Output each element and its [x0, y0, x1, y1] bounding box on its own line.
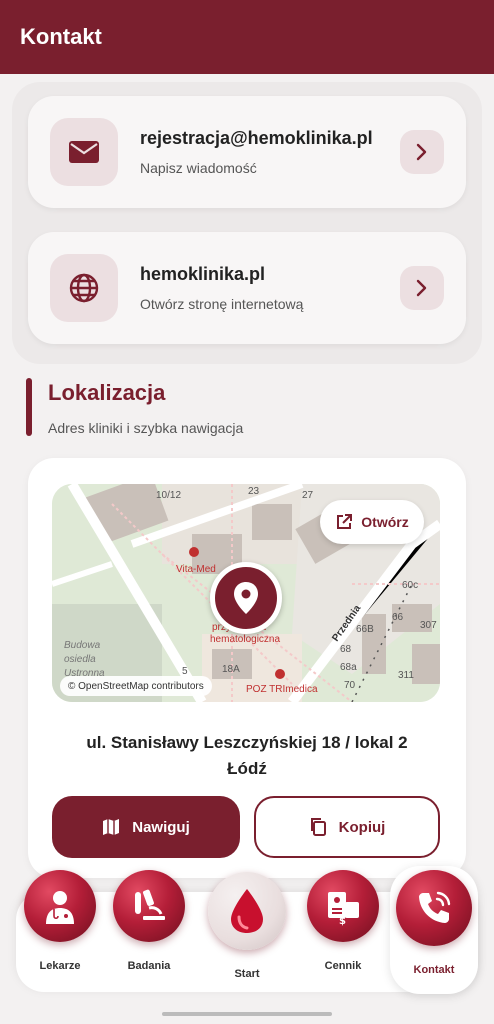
blood-drop-icon	[208, 872, 286, 950]
nav-label: Badania	[127, 960, 171, 972]
website-subtitle: Otwórz stronę internetową	[140, 296, 304, 312]
section-title: Lokalizacja	[48, 380, 166, 405]
doctor-icon	[24, 870, 96, 942]
location-card: 10/12 23 27 Vita-Med przychodnia hematol…	[28, 458, 466, 878]
nav-item-lekarze[interactable]: Lekarze	[15, 870, 105, 980]
phone-icon	[396, 870, 472, 946]
nav-label: Kontakt	[413, 964, 455, 976]
address-city: Łódź	[227, 759, 267, 778]
mail-icon	[50, 118, 118, 186]
navigate-label: Nawiguj	[132, 818, 190, 836]
open-map-label: Otwórz	[361, 514, 409, 530]
nav-item-kontakt[interactable]: Kontakt	[389, 870, 479, 980]
map-label-clinic: hematologiczna	[210, 634, 281, 645]
app-bar: Kontakt	[0, 0, 494, 74]
nav-label: Start	[234, 968, 260, 980]
email-address: rejestracja@hemoklinika.pl	[140, 128, 373, 148]
section-accent-bar	[26, 378, 32, 436]
nav-item-start[interactable]: Start	[202, 872, 292, 992]
microscope-icon	[113, 870, 185, 942]
nav-label: Lekarze	[39, 960, 81, 972]
map-label: 68a	[340, 662, 357, 673]
address-street: ul. Stanisławy Leszczyńskiej 18 / lokal …	[86, 733, 408, 752]
email-card[interactable]: rejestracja@hemoklinika.pl Napisz wiadom…	[28, 96, 466, 208]
website-card[interactable]: hemoklinika.pl Otwórz stronę internetową	[28, 232, 466, 344]
map-attribution[interactable]: © OpenStreetMap contributors	[60, 676, 212, 696]
map-label-vita-med: Vita-Med	[176, 564, 216, 575]
nav-label: Cennik	[324, 960, 362, 972]
nav-item-badania[interactable]: Badania	[104, 870, 194, 980]
external-link-icon	[337, 514, 353, 529]
map-label: 18A	[222, 664, 240, 675]
website-address: hemoklinika.pl	[140, 264, 266, 284]
nav-item-cennik[interactable]: $ Cennik	[298, 870, 388, 980]
section-subtitle: Adres kliniki i szybka nawigacja	[48, 420, 244, 436]
map-label: 60c	[402, 580, 419, 591]
map-label: osiedla	[64, 654, 96, 665]
map-label: 311	[398, 670, 414, 681]
open-map-button[interactable]: Otwórz	[320, 500, 424, 544]
chevron-right-icon[interactable]	[400, 130, 444, 174]
map-label: 70	[344, 680, 356, 691]
price-list-icon: $	[307, 870, 379, 942]
map-preview[interactable]: 10/12 23 27 Vita-Med przychodnia hematol…	[52, 484, 440, 702]
map-label: Budowa	[64, 640, 101, 651]
map-label: 66	[392, 612, 404, 623]
navigate-button[interactable]: Nawiguj	[52, 796, 240, 858]
home-indicator[interactable]	[162, 1012, 332, 1016]
map-label: 68	[340, 644, 352, 655]
map-label: 66B	[356, 624, 374, 635]
svg-text:$: $	[339, 916, 346, 926]
copy-label: Kopiuj	[338, 818, 386, 836]
copy-icon	[310, 818, 326, 836]
map-label: 23	[248, 486, 260, 497]
email-subtitle: Napisz wiadomość	[140, 160, 257, 176]
page-title: Kontakt	[20, 24, 102, 49]
map-label-poz: POZ TRImedica	[246, 684, 318, 695]
globe-icon	[50, 254, 118, 322]
map-label: 10/12	[156, 490, 182, 501]
copy-button[interactable]: Kopiuj	[254, 796, 440, 858]
chevron-right-icon[interactable]	[400, 266, 444, 310]
map-label: 27	[302, 490, 314, 501]
clinic-address: ul. Stanisławy Leszczyńskiej 18 / lokal …	[28, 730, 466, 782]
map-icon	[103, 819, 120, 835]
map-label: 307	[420, 620, 437, 631]
location-pin-icon	[210, 562, 282, 634]
location-section-header: Lokalizacja Adres kliniki i szybka nawig…	[26, 376, 466, 440]
